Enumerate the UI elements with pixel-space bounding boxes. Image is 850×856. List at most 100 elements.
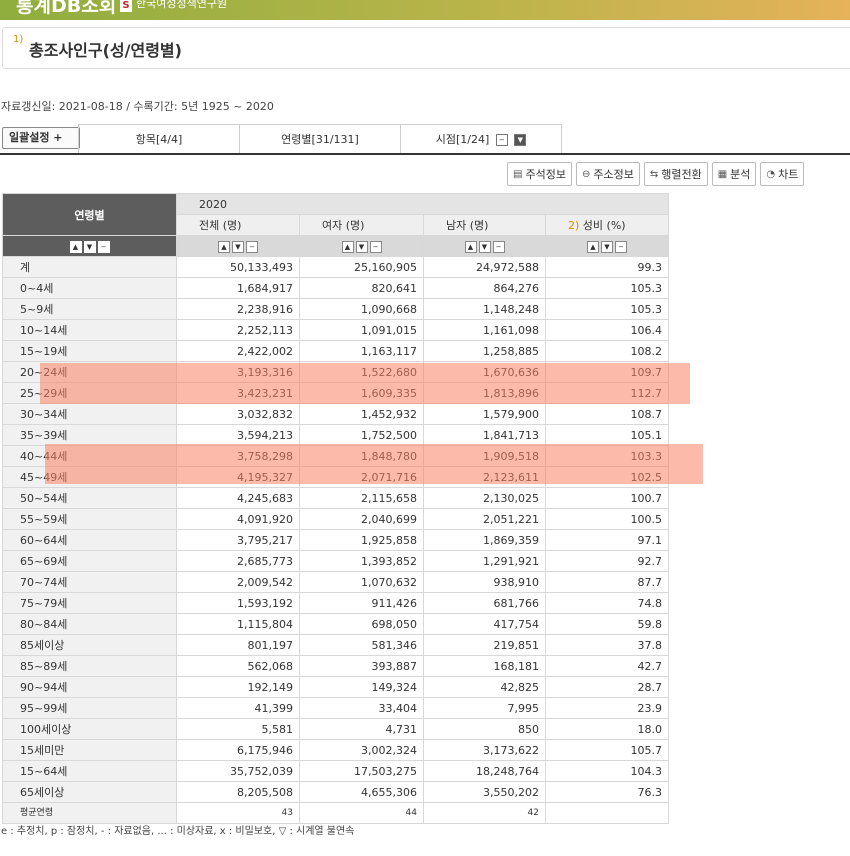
table-cell[interactable]: 92.7 [545,550,669,572]
table-cell[interactable]: 417,754 [423,613,546,635]
table-cell[interactable]: 74.8 [545,592,669,614]
minus-icon[interactable]: − [495,134,508,146]
table-cell[interactable]: 105.3 [545,277,669,299]
sort-desc-icon[interactable]: ▼ [83,240,96,253]
toolbar-button-memo[interactable]: ▤ 주석정보 [507,162,572,186]
table-cell[interactable]: 1,909,518 [423,445,546,467]
table-cell[interactable]: 1,593,192 [176,592,300,614]
table-cell[interactable]: 4,195,327 [176,466,300,488]
table-cell[interactable]: 5,581 [176,718,300,740]
table-cell[interactable]: 2,123,611 [423,466,546,488]
table-cell[interactable]: 1,670,636 [423,361,546,383]
table-cell[interactable]: 3,173,622 [423,739,546,761]
table-cell[interactable]: 4,731 [299,718,424,740]
table-cell[interactable]: 41,399 [176,697,300,719]
column-header[interactable]: 여자 (명) [299,214,424,236]
table-cell[interactable]: 1,115,804 [176,613,300,635]
table-cell[interactable]: 3,594,213 [176,424,300,446]
table-cell[interactable]: 1,925,858 [299,529,424,551]
table-cell[interactable]: 2,685,773 [176,550,300,572]
collapse-icon[interactable]: − [369,240,382,253]
table-cell[interactable]: 4,245,683 [176,487,300,509]
table-cell[interactable]: 192,149 [176,676,300,698]
table-cell[interactable]: 149,324 [299,676,424,698]
table-cell[interactable]: 2,238,916 [176,298,300,320]
toolbar-button-transpose[interactable]: ⇆ 행렬전환 [643,162,708,186]
table-cell[interactable]: 42.7 [545,655,669,677]
table-cell[interactable]: 1,393,852 [299,550,424,572]
table-cell[interactable]: 2,115,658 [299,487,424,509]
table-cell[interactable]: 109.7 [545,361,669,383]
table-cell[interactable]: 393,887 [299,655,424,677]
table-cell[interactable]: 3,795,217 [176,529,300,551]
table-cell[interactable]: 1,163,117 [299,340,424,362]
sort-asc-icon[interactable]: ▲ [69,240,82,253]
table-cell[interactable]: 1,869,359 [423,529,546,551]
table-cell[interactable]: 864,276 [423,277,546,299]
table-cell[interactable]: 105.7 [545,739,669,761]
table-cell[interactable]: 850 [423,718,546,740]
collapse-icon[interactable]: − [492,240,505,253]
column-header[interactable]: 전체 (명) [176,214,300,236]
sort-asc-icon[interactable]: ▲ [218,240,230,253]
collapse-icon[interactable]: − [97,240,110,253]
tab-items[interactable]: 항목[4/4] [79,125,240,155]
table-cell[interactable]: 1,579,900 [423,403,546,425]
table-cell[interactable]: 102.5 [545,466,669,488]
sort-asc-icon[interactable]: ▲ [587,240,599,253]
table-cell[interactable]: 4,091,920 [176,508,300,530]
table-cell[interactable]: 7,995 [423,697,546,719]
table-cell[interactable]: 3,550,202 [423,781,546,803]
table-cell[interactable]: 2,130,025 [423,487,546,509]
table-cell[interactable]: 2,051,221 [423,508,546,530]
table-cell[interactable]: 42,825 [423,676,546,698]
toolbar-button-analysis[interactable]: ▦ 분석 [711,162,757,186]
collapse-icon[interactable]: − [615,240,627,253]
table-cell[interactable]: 97.1 [545,529,669,551]
tab-age[interactable]: 연령별[31/131] [240,125,401,155]
table-cell[interactable]: 4,655,306 [299,781,424,803]
table-cell[interactable]: 35,752,039 [176,760,300,782]
table-cell[interactable]: 1,522,680 [299,361,424,383]
sort-asc-icon[interactable]: ▲ [464,240,477,253]
table-cell[interactable]: 103.3 [545,445,669,467]
table-cell[interactable]: 1,752,500 [299,424,424,446]
table-cell[interactable]: 1,161,098 [423,319,546,341]
table-cell[interactable]: 18,248,764 [423,760,546,782]
table-cell[interactable]: 100.7 [545,487,669,509]
table-cell[interactable]: 17,503,275 [299,760,424,782]
table-cell[interactable]: 168,181 [423,655,546,677]
table-cell[interactable]: 1,684,917 [176,277,300,299]
toolbar-button-chart[interactable]: ◔ 차트 [760,162,805,186]
table-cell[interactable]: 59.8 [545,613,669,635]
column-header[interactable]: 남자 (명) [423,214,546,236]
toolbar-button-link[interactable]: ⊖ 주소정보 [575,162,640,186]
table-cell[interactable]: 562,068 [176,655,300,677]
table-cell[interactable]: 100.5 [545,508,669,530]
table-cell[interactable]: 105.3 [545,298,669,320]
sort-desc-icon[interactable]: ▼ [232,240,244,253]
table-cell[interactable]: 2,009,542 [176,571,300,593]
table-cell[interactable]: 106.4 [545,319,669,341]
table-cell[interactable]: 112.7 [545,382,669,404]
table-cell[interactable]: 108.2 [545,340,669,362]
sort-desc-icon[interactable]: ▼ [355,240,368,253]
table-cell[interactable]: 801,197 [176,634,300,656]
table-cell[interactable]: 108.7 [545,403,669,425]
tab-period[interactable]: 시점[1/24] − ▼ [401,125,561,155]
table-cell[interactable]: 698,050 [299,613,424,635]
table-cell[interactable]: 3,193,316 [176,361,300,383]
sort-asc-icon[interactable]: ▲ [341,240,354,253]
table-cell[interactable]: 87.7 [545,571,669,593]
table-cell[interactable]: 1,452,932 [299,403,424,425]
table-cell[interactable]: 581,346 [299,634,424,656]
sort-desc-icon[interactable]: ▼ [478,240,491,253]
table-cell[interactable]: 76.3 [545,781,669,803]
site-brand[interactable]: 통계DB조회 [16,0,116,18]
table-cell[interactable]: 1,848,780 [299,445,424,467]
table-cell[interactable]: 820,641 [299,277,424,299]
table-cell[interactable]: 18.0 [545,718,669,740]
table-cell[interactable]: 2,040,699 [299,508,424,530]
table-cell[interactable]: 1,813,896 [423,382,546,404]
table-cell[interactable]: 681,766 [423,592,546,614]
